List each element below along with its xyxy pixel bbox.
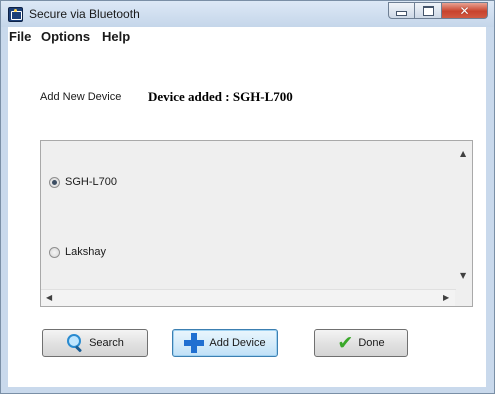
maximize-button[interactable] [415, 2, 442, 19]
menu-help[interactable]: Help [102, 29, 130, 44]
close-icon: ✕ [459, 3, 470, 18]
radio-button[interactable] [49, 246, 60, 258]
scroll-up-icon[interactable]: ▲ [460, 149, 466, 158]
scroll-down-icon[interactable]: ▼ [460, 271, 466, 280]
check-icon: ✔ [337, 331, 354, 354]
device-label: SGH-L700 [65, 176, 117, 188]
scrollbar-corner [455, 290, 472, 306]
window-title: Secure via Bluetooth [29, 7, 140, 21]
search-button[interactable]: Search [42, 329, 148, 357]
done-button[interactable]: ✔ Done [314, 329, 408, 357]
app-window: Secure via Bluetooth ✕ File Options Help… [0, 0, 495, 394]
done-button-label: Done [358, 337, 385, 349]
minimize-button[interactable] [388, 2, 415, 19]
add-device-label: Add New Device [40, 91, 122, 103]
close-button[interactable]: ✕ [442, 2, 488, 19]
menu-options[interactable]: Options [41, 29, 90, 44]
device-list[interactable]: SGH-L700 Lakshay ▲ ▼ ◀ ▶ [40, 140, 473, 307]
scroll-left-icon[interactable]: ◀ [46, 293, 52, 302]
device-label: Lakshay [65, 246, 106, 258]
add-device-button[interactable]: Add Device [172, 329, 278, 357]
maximize-icon [422, 5, 434, 16]
search-button-label: Search [89, 337, 124, 349]
app-icon [8, 7, 23, 22]
vertical-scrollbar[interactable]: ▲ ▼ [455, 141, 472, 291]
window-controls: ✕ [388, 2, 488, 19]
add-device-button-label: Add Device [209, 337, 266, 349]
search-icon [66, 334, 84, 353]
main-content: Add New Device Device added : SGH-L700 S… [8, 47, 486, 387]
minimize-icon [396, 11, 407, 16]
status-message: Device added : SGH-L700 [148, 89, 293, 104]
title-bar[interactable]: Secure via Bluetooth ✕ [1, 1, 494, 27]
device-item-sgh-l700[interactable]: SGH-L700 [49, 176, 117, 188]
client-area: File Options Help Add New Device Device … [8, 27, 486, 387]
plus-icon [184, 333, 205, 353]
scroll-right-icon[interactable]: ▶ [443, 293, 449, 302]
device-item-lakshay[interactable]: Lakshay [49, 246, 106, 258]
menu-bar: File Options Help [8, 27, 486, 47]
menu-file[interactable]: File [9, 29, 31, 44]
radio-button[interactable] [49, 176, 60, 188]
horizontal-scrollbar[interactable]: ◀ ▶ [41, 289, 456, 306]
